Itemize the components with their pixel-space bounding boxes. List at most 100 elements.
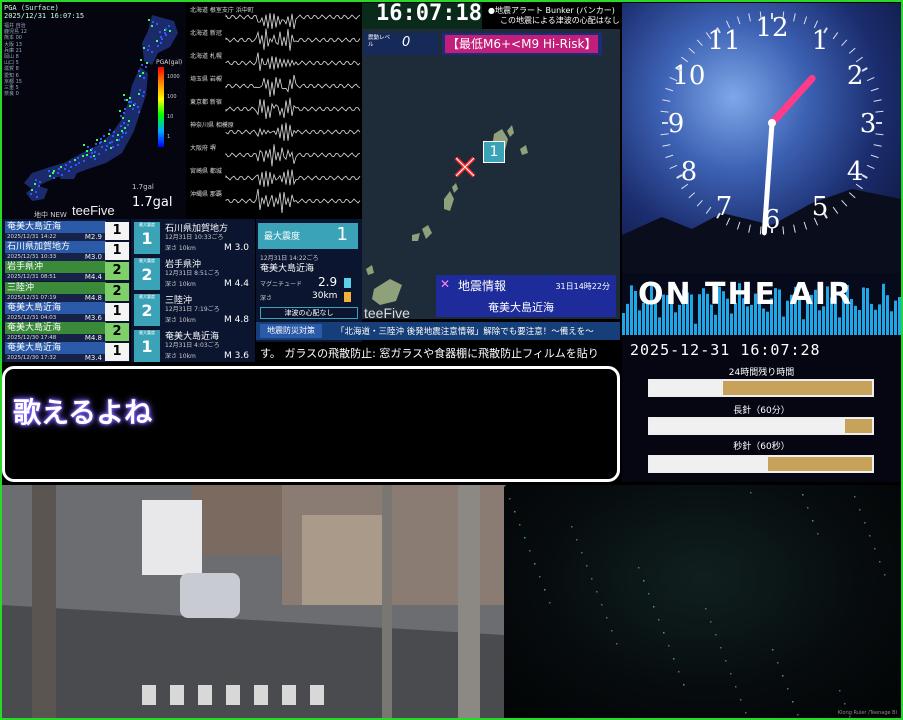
footer-label: 地中 NEW (34, 211, 67, 219)
quake-row[interactable]: 石川県加賀地方 2025/12/31 10:33 M3.0 1 (4, 241, 132, 262)
station-dot (35, 191, 37, 193)
quake-intensity: 1 (105, 222, 129, 240)
info-x-icon: ✕ (440, 277, 451, 291)
intensity-badge: 最大震度 2 (134, 294, 160, 326)
waveform-panel: 北海道 根室支庁 浜中町 北海道 新冠 北海道 札幌 埼玉県 岩槻 東京都 新宿 神奈川県… (186, 3, 362, 219)
clock-tick (875, 110, 884, 113)
waveform-trace (225, 144, 361, 167)
eq-bar (714, 314, 717, 335)
star (859, 509, 861, 511)
clock-tick (848, 47, 856, 54)
second-label: 秒針（60秒） (733, 442, 790, 452)
waveform-trace (225, 13, 361, 29)
ticker-lower-text: す。 ガラスの飛散防止: 窓ガラスや食器棚に飛散防止フィルムを貼り (260, 347, 599, 360)
tsunami-status: 津波の心配なし (260, 307, 358, 319)
eq-bar (894, 300, 897, 335)
station-dot (122, 132, 124, 134)
hour-hand (768, 74, 816, 127)
quake-intensity: 1 (105, 343, 129, 362)
eq-bar (626, 303, 629, 335)
clock-number: 8 (681, 157, 698, 187)
station-dot (129, 97, 131, 99)
station-dot (36, 196, 38, 198)
star (663, 632, 665, 634)
star (710, 621, 712, 623)
station-dot (35, 179, 37, 181)
star (705, 608, 707, 610)
station-dot (142, 95, 144, 97)
quake-detail-item[interactable]: 最大震度 1 奄美大島近海 12月31日 4:03ごろ 深さ 10km M 3.6 (131, 327, 255, 365)
station-dot (123, 112, 125, 114)
quake-list: 奄美大島近海 2025/12/31 14:22 M2.9 1 石川県加賀地方 2025/1… (2, 219, 132, 363)
star (616, 643, 618, 645)
station-dot (124, 108, 126, 110)
eq-bar (766, 311, 769, 335)
second-progress-fill (650, 457, 768, 471)
station-dot (139, 75, 141, 77)
quake-mag: M3.0 (84, 253, 102, 262)
star (730, 673, 732, 675)
quake-intensity: 2 (105, 262, 129, 281)
intensity-badge: 最大震度 1 (134, 330, 160, 362)
station-dot (138, 111, 140, 113)
station-dot (93, 155, 95, 157)
station-dot (34, 183, 36, 185)
quake-row[interactable]: 奄美大島近海 2025/12/30 17:48 M4.8 2 (4, 322, 132, 342)
street-scene (2, 485, 504, 718)
star (596, 591, 598, 593)
eq-bar (866, 288, 869, 335)
station-dot (113, 131, 115, 133)
star (606, 617, 608, 619)
day-progress-bar (648, 379, 874, 397)
waveform-trace (225, 74, 361, 98)
clock-tick (793, 13, 796, 22)
quake-detail-item[interactable]: 最大震度 2 岩手県沖 12月31日 8:51ごろ 深さ 10km M 4.4 (131, 255, 255, 293)
quake-detail-item[interactable]: 最大震度 1 石川県加賀地方 12月31日 10:33ごろ 深さ 10km M 3.0 (131, 219, 255, 257)
station-dot (116, 139, 118, 141)
eq-bar (854, 305, 857, 335)
street-camera (2, 485, 504, 718)
station-dot (132, 108, 134, 110)
star (745, 712, 747, 714)
second-progress-bar (648, 455, 874, 473)
station-dot (74, 159, 76, 161)
quake-row[interactable]: 奄美大島近海 2025/12/31 04:03 M3.6 1 (4, 301, 132, 322)
max-intensity-value: 1 (336, 224, 348, 245)
eq-bar (818, 310, 821, 335)
star (772, 649, 774, 651)
waveform-trace (225, 188, 361, 214)
depth-label: 深さ (260, 295, 273, 302)
waveform-trace (225, 52, 361, 72)
station-dot (152, 21, 154, 23)
star (601, 604, 603, 606)
pga-map-panel: PGA (Surface) 2025/12/31 16:07:15 福井 自治鹿… (2, 3, 186, 219)
station-dot (146, 62, 148, 64)
clock-number: 3 (860, 109, 877, 139)
quake-row[interactable]: 奄美大島近海 2025/12/30 17:32 M3.4 1 (4, 342, 132, 363)
eq-bar (898, 297, 901, 335)
station-dot (147, 49, 149, 51)
epicenter-map: 震動レベル 0 【最低M6+<M9 Hi-Risk】 1 ✕ 地震情報 31日1… (362, 29, 620, 319)
quake-row[interactable]: 奄美大島近海 2025/12/31 14:22 M2.9 1 (4, 221, 132, 241)
tsunami-safe-label: この地震による津波の心配はなし (500, 16, 620, 25)
station-dot (160, 36, 162, 38)
quake-row[interactable]: 岩手県沖 2025/12/31 08:51 M4.4 2 (4, 261, 132, 282)
quake-location: 奄美大島近海 (5, 322, 106, 334)
station-dot (82, 155, 84, 157)
eq-bar (886, 295, 889, 335)
magnitude-swatch (344, 278, 351, 288)
station-dot (130, 101, 132, 103)
station-dot (119, 110, 121, 112)
quake-row[interactable]: 三陸沖 2025/12/31 07:19 M4.8 2 (4, 281, 132, 302)
station-dot (126, 99, 128, 101)
station-dot (123, 94, 125, 96)
magnitude-label: マグニチュード (260, 281, 303, 288)
quake-detail-item[interactable]: 最大震度 2 三陸沖 12月31日 7:19ごろ 深さ 10km M 4.8 (131, 291, 255, 329)
station-dot (100, 141, 102, 143)
star (524, 537, 526, 539)
station-dot (106, 145, 108, 147)
eq-bar (874, 309, 877, 335)
minute-progress-bar (648, 417, 874, 435)
detail-mag: M 4.8 (224, 315, 249, 325)
station-dot (96, 139, 98, 141)
